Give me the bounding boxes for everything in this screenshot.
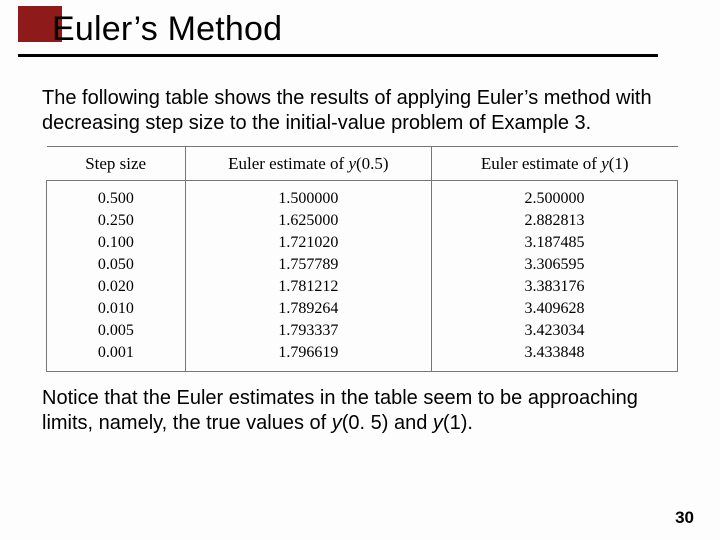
table-cell: 1.625000	[185, 210, 431, 232]
table-cell: 0.100	[47, 232, 186, 254]
slide: Euler’s Method The following table shows…	[0, 0, 720, 540]
header-prefix: Euler estimate of	[228, 154, 348, 173]
table-cell: 1.796619	[185, 342, 431, 372]
page-number: 30	[675, 508, 694, 528]
header-var: y	[348, 154, 356, 173]
title-underline	[18, 54, 658, 57]
table-cell: 0.020	[47, 276, 186, 298]
table-cell: 0.250	[47, 210, 186, 232]
table-cell: 1.500000	[185, 181, 431, 211]
table-cell: 3.409628	[431, 298, 677, 320]
table-cell: 2.500000	[431, 181, 677, 211]
header-prefix: Euler estimate of	[481, 154, 601, 173]
table-row: 0.0051.7933373.423034	[47, 320, 678, 342]
table-cell: 1.721020	[185, 232, 431, 254]
table-row: 0.0101.7892643.409628	[47, 298, 678, 320]
table-row: 0.0501.7577893.306595	[47, 254, 678, 276]
table-cell: 2.882813	[431, 210, 677, 232]
table-row: 0.1001.7210203.187485	[47, 232, 678, 254]
table-cell: 1.789264	[185, 298, 431, 320]
table-cell: 3.433848	[431, 342, 677, 372]
table-row: 0.0011.7966193.433848	[47, 342, 678, 372]
results-table: Step size Euler estimate of y(0.5) Euler…	[46, 146, 678, 372]
table-cell: 0.001	[47, 342, 186, 372]
page-title: Euler’s Method	[52, 10, 282, 49]
table-row: 0.5001.5000002.500000	[47, 181, 678, 211]
table-row: 0.0201.7812123.383176	[47, 276, 678, 298]
table-cell: 0.500	[47, 181, 186, 211]
table-row: 0.2501.6250002.882813	[47, 210, 678, 232]
table-header-row: Step size Euler estimate of y(0.5) Euler…	[47, 147, 678, 181]
header-arg: (0.5)	[356, 154, 389, 173]
outro-var: y	[332, 412, 342, 434]
table-cell: 1.757789	[185, 254, 431, 276]
body: The following table shows the results of…	[0, 70, 720, 436]
table-cell: 0.010	[47, 298, 186, 320]
header-estimate-05: Euler estimate of y(0.5)	[185, 147, 431, 181]
outro-text: (1).	[443, 412, 473, 434]
header-estimate-1: Euler estimate of y(1)	[431, 147, 677, 181]
header-arg: (1)	[609, 154, 629, 173]
table-cell: 1.781212	[185, 276, 431, 298]
table-cell: 3.423034	[431, 320, 677, 342]
table-cell: 0.005	[47, 320, 186, 342]
table-cell: 3.383176	[431, 276, 677, 298]
intro-paragraph: The following table shows the results of…	[42, 86, 686, 136]
table-body: 0.5001.5000002.5000000.2501.6250002.8828…	[47, 181, 678, 372]
title-block: Euler’s Method	[0, 0, 720, 70]
table-cell: 3.306595	[431, 254, 677, 276]
table-cell: 1.793337	[185, 320, 431, 342]
header-var: y	[601, 154, 609, 173]
table-cell: 0.050	[47, 254, 186, 276]
outro-text: (0. 5) and	[342, 412, 433, 434]
outro-var: y	[433, 412, 443, 434]
table-cell: 3.187485	[431, 232, 677, 254]
outro-paragraph: Notice that the Euler estimates in the t…	[42, 386, 686, 436]
header-step-size: Step size	[47, 147, 186, 181]
